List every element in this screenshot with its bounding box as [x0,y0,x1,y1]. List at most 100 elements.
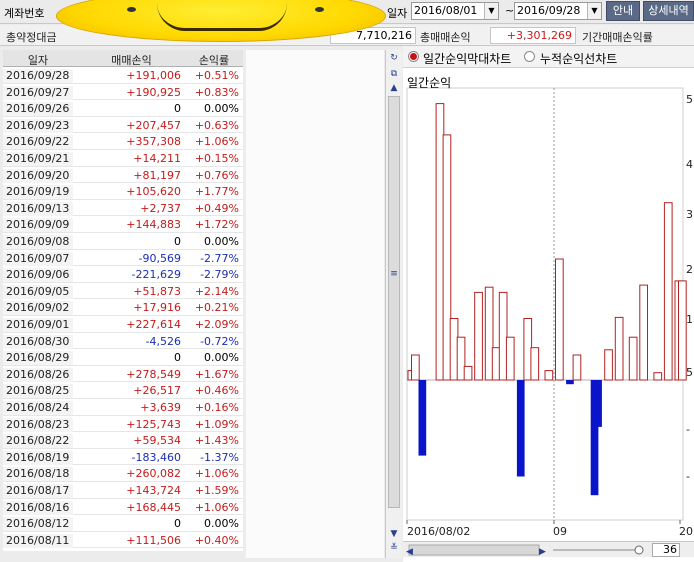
horizontal-scrollbar[interactable]: ◀ ▶ 36 [403,541,694,557]
table-row[interactable]: 2016/08/23 +125,743 +1.09% [3,416,243,433]
chart-panel: 일간순익막대차트 누적순익선차트 5 4 3 2 1 5 - - 2016/08/02 09 201… [403,46,694,562]
table-row[interactable]: 2016/09/01 +227,614 +2.09% [3,316,243,333]
cell-rate: 0.00% [204,351,239,365]
table-row[interactable]: 2016/09/22 +357,308 +1.06% [3,133,243,150]
zoom-value[interactable]: 36 [652,543,680,557]
header-rate[interactable]: 손익률 [187,52,241,68]
scrollbar-thumb[interactable] [388,96,400,508]
chart-title: 일간순익 [407,76,452,90]
table-row[interactable]: 2016/09/08 0 0.00% [3,233,243,250]
hscroll-track: ◀ ▶ [406,544,644,557]
table-row[interactable]: 2016/09/20 +81,197 +0.76% [3,167,243,184]
table-row[interactable]: 2016/08/19 -183,460 -1.37% [3,449,243,466]
chevron-down-icon[interactable]: ▼ [484,3,498,19]
scroll-right-icon: ▶ [539,547,546,557]
table-row[interactable]: 2016/08/30 -4,526 -0.72% [3,333,243,350]
y-tick-label: 4 [686,158,693,171]
cell-pl: +207,457 [126,118,181,132]
export-icon[interactable]: ⧉ [388,68,400,80]
detail-button[interactable]: 상세내역 [643,1,694,21]
date-to-field[interactable]: 2016/09/28 ▼ [514,2,602,20]
table-row[interactable]: 2016/08/18 +260,082 +1.06% [3,465,243,482]
cell-date: 2016/08/25 [3,384,73,399]
cell-date: 2016/09/06 [3,268,73,283]
chevron-down-icon[interactable]: ▼ [587,3,601,19]
table-row[interactable]: 2016/08/25 +26,517 +0.46% [3,382,243,399]
cell-pl: +2,737 [140,201,181,215]
table-row[interactable]: 2016/09/28 +191,006 +0.51% [3,67,243,84]
cell-rate: +0.16% [194,401,239,414]
radio-daily-label[interactable]: 일간순익막대차트 [423,50,511,67]
cell-pl: +26,517 [133,384,181,398]
table-row[interactable]: 2016/09/19 +105,620 +1.77% [3,183,243,200]
total-eval-label: 총약정대금 [6,31,57,44]
table-row[interactable]: 2016/09/05 +51,873 +2.14% [3,283,243,300]
date-from-field[interactable]: 2016/08/01 ▼ [411,2,499,20]
bar-positive [572,354,582,381]
header-date[interactable]: 일자 [3,52,73,68]
cell-date: 2016/08/16 [3,500,73,515]
table-row[interactable]: 2016/08/11 +111,506 +0.40% [3,532,243,549]
date-to-value: 2016/09/28 [517,4,581,17]
total-pl-value: +3,301,269 [490,27,576,44]
table-row[interactable]: 2016/08/17 +143,724 +1.59% [3,482,243,499]
table-row[interactable]: 2016/09/21 +14,211 +0.15% [3,150,243,167]
cell-pl: -183,460 [131,450,181,464]
scroll-up-icon[interactable]: ▲ [388,82,400,94]
cell-pl: +260,082 [126,467,181,481]
table-row[interactable]: 2016/09/09 +144,883 +1.72% [3,216,243,233]
header-pl[interactable]: 매매손익 [80,52,183,68]
scroll-down-icon[interactable]: ▼ [388,528,400,540]
scroll-end-icon[interactable]: ≚ [388,542,400,554]
bar-negative [566,380,574,385]
cell-pl: +17,916 [133,301,181,315]
guide-button[interactable]: 안내 [606,1,640,21]
table-row[interactable]: 2016/09/27 +190,925 +0.83% [3,84,243,101]
table-row[interactable]: 2016/09/07 -90,569 -2.77% [3,250,243,267]
vertical-scrollbar[interactable]: ↻ ⧉ ▲ ≡ ▼ ≚ [385,50,402,558]
table-row[interactable]: 2016/09/26 0 0.00% [3,100,243,117]
radio-daily[interactable] [408,51,419,62]
table-row[interactable]: 2016/08/29 0 0.00% [3,349,243,366]
cell-pl: 0 [174,351,181,365]
table-row[interactable]: 2016/08/22 +59,534 +1.43% [3,432,243,449]
table-row[interactable]: 2016/08/26 +278,549 +1.67% [3,366,243,383]
bar-positive [653,372,663,381]
radio-cumulative[interactable] [524,51,535,62]
bar-negative [418,380,427,456]
cell-rate: +1.72% [194,218,239,232]
y-tick-label: 5 [686,93,693,106]
table-row[interactable]: 2016/09/06 -221,629 -2.79% [3,266,243,283]
cell-rate: +0.40% [194,533,239,547]
cell-pl: +59,534 [133,434,181,448]
smiley-mouth [157,3,287,31]
cell-date: 2016/09/20 [3,168,73,183]
cell-pl: +227,614 [126,318,181,331]
cell-date: 2016/09/28 [3,69,73,83]
hscroll-thumb [408,544,540,556]
table-row[interactable]: 2016/09/13 +2,737 +0.49% [3,200,243,217]
table-row[interactable]: 2016/08/16 +168,445 +1.06% [3,499,243,516]
cell-rate: +0.63% [194,118,239,132]
cell-date: 2016/09/26 [3,102,73,117]
table-row[interactable]: 2016/09/23 +207,457 +0.63% [3,117,243,134]
scroll-left-icon: ◀ [406,547,413,557]
total-pl-label: 총매매손익 [420,31,471,44]
cell-pl: -221,629 [131,268,181,282]
bar-positive [604,349,613,381]
refresh-icon[interactable]: ↻ [388,52,400,64]
cell-pl: +125,743 [126,417,181,431]
cell-rate: +0.21% [194,301,239,315]
table-row[interactable]: 2016/08/24 +3,639 +0.16% [3,399,243,416]
table-row[interactable]: 2016/09/02 +17,916 +0.21% [3,299,243,316]
cell-rate: +1.06% [194,467,239,481]
cell-rate: +0.51% [194,69,239,82]
cell-date: 2016/08/29 [3,351,73,366]
radio-cumulative-label[interactable]: 누적순익선차트 [540,50,617,67]
empty-grid-area [246,50,384,558]
cell-rate: +2.09% [194,318,239,331]
cell-date: 2016/08/12 [3,517,73,532]
period-pl-label: 기간매매손익률 [582,31,653,44]
cell-pl: +81,197 [133,168,181,182]
table-row[interactable]: 2016/08/12 0 0.00% [3,515,243,532]
